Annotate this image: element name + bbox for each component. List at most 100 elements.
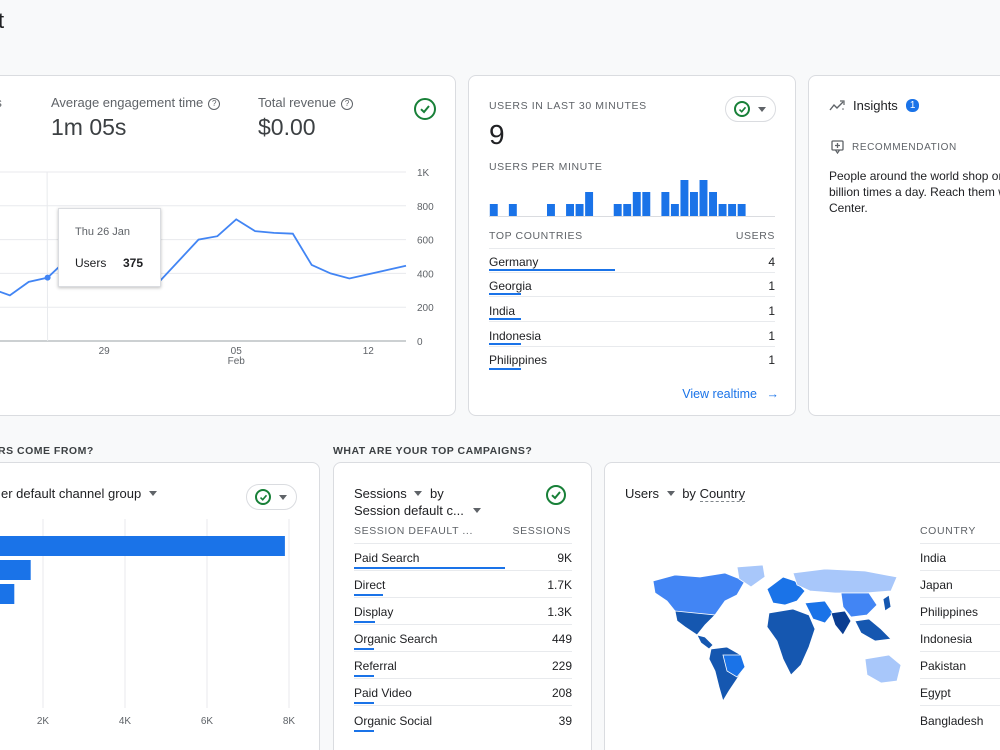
x-tick-label: 2K	[37, 716, 50, 727]
countries-header: TOP COUNTRIES	[489, 230, 583, 242]
campaigns-table: Paid Search 9K Direct 1.7K Display 1.3K Org…	[354, 543, 572, 743]
campaign-sessions: 1.3K	[547, 605, 572, 619]
table-row[interactable]: Paid Video 208	[354, 678, 572, 706]
country-users: 4	[768, 255, 775, 269]
x-tick-sublabel: Feb	[228, 356, 246, 367]
table-row[interactable]: Bangladesh	[920, 705, 1000, 732]
country-name: Germany	[489, 255, 539, 269]
tooltip-date: Thu 26 Jan	[75, 226, 131, 238]
minute-bar	[632, 192, 641, 216]
view-realtime-link[interactable]: View realtime →	[682, 387, 779, 401]
map-card: Users by Country COUNTRY India Japan Phi…	[604, 462, 1000, 750]
table-row[interactable]: Referral 229	[354, 651, 572, 679]
share-bar	[489, 293, 521, 295]
table-row[interactable]: Paid Search 9K	[354, 543, 572, 571]
realtime-check-dropdown[interactable]	[725, 96, 776, 122]
campaign-name: Organic Social	[354, 714, 433, 728]
table-row[interactable]: Direct 1.7K	[354, 570, 572, 598]
share-bar	[354, 730, 374, 732]
table-row[interactable]: Germany 4	[489, 248, 775, 273]
realtime-count: 9	[489, 119, 505, 150]
insights-title: Insights	[853, 98, 898, 113]
map-australia	[864, 654, 902, 684]
page-title: t	[0, 8, 5, 33]
section-title-campaigns: WHAT ARE YOUR TOP CAMPAIGNS?	[333, 445, 533, 457]
table-row[interactable]: Philippines	[920, 597, 1000, 625]
campaign-sessions: 449	[551, 632, 572, 646]
campaign-sessions: 208	[551, 686, 572, 700]
minute-bar	[623, 204, 632, 216]
share-bar	[489, 368, 521, 370]
share-bar	[354, 675, 374, 677]
y-tick-label: 600	[417, 236, 434, 247]
x-tick-label: 12	[363, 346, 375, 357]
insights-header[interactable]: Insights 1	[829, 98, 920, 113]
y-tick-label: 0	[417, 337, 423, 348]
channel-bar-chart: 2K 4K 6K 8K	[0, 519, 296, 727]
map-russia	[792, 568, 898, 594]
table-row[interactable]: Indonesia	[920, 624, 1000, 652]
campaigns-card: Sessions by Session default c... SESSION…	[333, 462, 592, 750]
country-name: India	[489, 304, 516, 318]
map-metric-selector[interactable]: Users by Country	[625, 486, 746, 502]
table-row[interactable]: Display 1.3K	[354, 597, 572, 625]
table-row[interactable]: Philippines 1	[489, 346, 775, 370]
recommendation-row: RECOMMENDATION	[831, 140, 957, 154]
section-title-sources: RS COME FROM?	[0, 445, 94, 457]
minute-bar	[575, 204, 584, 216]
insights-card: Insights 1 RECOMMENDATION People around …	[808, 75, 1000, 416]
table-row[interactable]: Pakistan	[920, 651, 1000, 679]
share-bar	[489, 318, 521, 320]
country-users: 1	[768, 329, 775, 343]
campaign-name: Paid Video	[354, 686, 412, 700]
country-name: Georgia	[489, 279, 532, 293]
recommendation-line: Center.	[829, 201, 868, 215]
campaigns-metric-selector[interactable]: Sessions by	[354, 486, 444, 501]
table-row[interactable]: Georgia 1	[489, 272, 775, 297]
data-point-hover	[44, 274, 51, 281]
world-map[interactable]	[645, 563, 907, 703]
trending-icon	[829, 99, 845, 110]
share-bar	[489, 343, 521, 345]
recommendation-line: People around the world shop or	[829, 169, 1000, 183]
x-tick-label: 8K	[283, 716, 296, 727]
country-users: 1	[768, 304, 775, 318]
map-country-table: India Japan Philippines Indonesia Pakist…	[920, 543, 1000, 743]
campaign-name: Direct	[354, 578, 386, 592]
chart-tooltip: Thu 26 Jan Users 375	[58, 208, 161, 287]
country-name: Egypt	[920, 686, 951, 700]
table-row[interactable]: India 1	[489, 296, 775, 322]
table-row[interactable]: India	[920, 543, 1000, 571]
overview-card: rs Average engagement time? 1m 05s Total…	[0, 75, 456, 416]
table-row[interactable]: Organic Search 449	[354, 624, 572, 652]
table-row[interactable]: Organic Social 39	[354, 705, 572, 732]
table-row[interactable]: Japan	[920, 570, 1000, 598]
table-row[interactable]: Indonesia 1	[489, 321, 775, 347]
map-dimension-label[interactable]: Country	[699, 486, 746, 502]
country-name: India	[920, 551, 947, 565]
map-southeast-asia	[854, 618, 892, 642]
campaigns-dimension-selector[interactable]: Session default c...	[354, 503, 482, 518]
col-header-right: SESSIONS	[512, 525, 571, 537]
per-minute-label: USERS PER MINUTE	[489, 161, 603, 173]
share-bar	[354, 594, 383, 596]
minute-bar	[718, 204, 727, 216]
recommendation-text: People around the world shop or billion …	[829, 168, 1000, 216]
minute-bar	[547, 204, 555, 216]
campaign-sessions: 229	[551, 659, 572, 673]
check-icon[interactable]	[546, 485, 566, 505]
minute-bar	[661, 192, 670, 216]
campaign-name: Paid Search	[354, 551, 420, 565]
table-row[interactable]: Egypt	[920, 678, 1000, 706]
country-name: Philippines	[489, 353, 548, 367]
insights-count-badge: 1	[905, 99, 920, 112]
map-metric-label: Users	[625, 486, 659, 501]
map-usa	[674, 610, 716, 636]
campaign-name: Referral	[354, 659, 397, 673]
minute-bar	[670, 204, 679, 216]
campaign-name: Display	[354, 605, 394, 619]
channel-bar	[0, 536, 285, 556]
minute-bar	[508, 204, 517, 216]
channel-bar	[0, 584, 15, 604]
campaign-sessions: 1.7K	[547, 578, 572, 592]
